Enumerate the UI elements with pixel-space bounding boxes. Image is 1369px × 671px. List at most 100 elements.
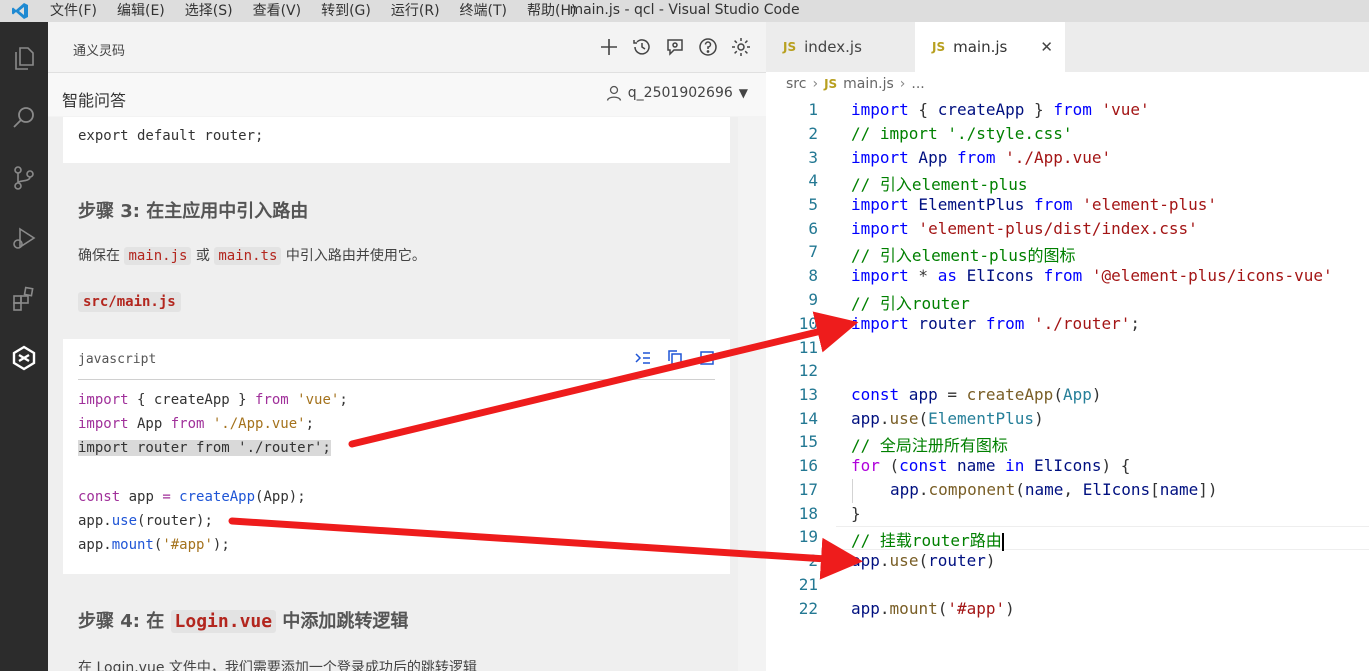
line-number: 8 <box>808 266 818 285</box>
inline-code-mainjs: main.js <box>124 247 192 265</box>
menu-view[interactable]: 查看(V) <box>243 0 312 22</box>
activity-bar <box>0 22 48 671</box>
menu-help[interactable]: 帮助(H) <box>517 0 586 22</box>
menu-file[interactable]: 文件(F) <box>40 0 107 22</box>
code-actions <box>634 349 716 371</box>
explorer-icon[interactable] <box>0 34 48 82</box>
menu-selection[interactable]: 选择(S) <box>175 0 243 22</box>
menu-bar: 文件(F) 编辑(E) 选择(S) 查看(V) 转到(G) 运行(R) 终端(T… <box>40 0 586 22</box>
tab-smart-qa[interactable]: 智能问答 <box>62 87 127 121</box>
editor-line[interactable]: } <box>851 504 861 523</box>
line-number: 15 <box>798 432 818 451</box>
vscode-logo-icon <box>0 0 40 22</box>
step3-heading: 步骤 3: 在主应用中引入路由 <box>78 201 309 222</box>
line-number: 16 <box>798 456 818 475</box>
editor-line[interactable]: import ElementPlus from 'element-plus' <box>851 195 1217 214</box>
para-text: 或 <box>195 248 210 264</box>
line-number: 7 <box>808 242 818 261</box>
editor-line[interactable]: import { createApp } from 'vue' <box>851 100 1150 119</box>
source-control-icon[interactable] <box>0 154 48 202</box>
line-number: 1 <box>808 100 818 119</box>
code-line: import { createApp } from 'vue'; <box>78 392 348 408</box>
breadcrumb: src › JS main.js › ... <box>786 76 925 92</box>
tab-index-js[interactable]: JS index.js <box>766 22 915 72</box>
para-text: 中引入路由并使用它。 <box>285 248 426 264</box>
heading-text: 中添加跳转逻辑 <box>282 611 409 632</box>
file-path-label: src/main.js <box>78 292 181 312</box>
run-debug-icon[interactable] <box>0 214 48 262</box>
breadcrumb-folder[interactable]: src <box>786 76 806 92</box>
copy-code-icon[interactable] <box>666 349 684 371</box>
caret-down-icon: ▼ <box>738 86 748 100</box>
breadcrumb-file[interactable]: main.js <box>843 76 894 92</box>
line-number: 19 <box>798 527 818 546</box>
code-line-highlighted: import router from './router'; <box>78 440 331 456</box>
tab-label: index.js <box>804 38 862 56</box>
editor-line[interactable]: app.component(name, ElIcons[name]) <box>890 480 1218 499</box>
tongyi-chat-panel: 通义灵码 智能问答 q_2501902696 ▼ export default … <box>48 22 766 671</box>
chevron-right-icon: › <box>812 76 819 92</box>
editor-line[interactable]: app.use(router) <box>851 551 996 570</box>
editor-line[interactable]: import * as ElIcons from '@element-plus/… <box>851 266 1333 285</box>
editor-line[interactable]: import App from './App.vue' <box>851 148 1111 167</box>
line-number: 11 <box>798 338 818 357</box>
editor-line[interactable]: app.use(ElementPlus) <box>851 409 1044 428</box>
username: q_2501902696 <box>627 85 733 101</box>
editor-line[interactable]: // 引入router <box>851 290 970 314</box>
new-chat-icon[interactable] <box>598 36 620 58</box>
editor-line[interactable]: // 挂载router路由 <box>851 527 1004 551</box>
tab-label: main.js <box>953 38 1008 56</box>
help-icon[interactable] <box>697 36 719 58</box>
tab-main-js[interactable]: JS main.js ✕ <box>915 22 1065 72</box>
line-number: 22 <box>798 599 818 618</box>
line-number: 4 <box>808 171 818 190</box>
panel-actions <box>598 36 752 58</box>
js-file-icon: JS <box>783 40 797 54</box>
editor-line[interactable]: // 引入element-plus的图标 <box>851 242 1076 266</box>
code-block: javascript import { createApp } from 'vu… <box>63 339 730 574</box>
line-number: 2 <box>808 551 818 570</box>
editor-line[interactable]: // 全局注册所有图标 <box>851 432 1008 456</box>
new-file-icon[interactable] <box>698 349 716 371</box>
feedback-icon[interactable] <box>664 36 686 58</box>
tongyi-lingma-icon[interactable] <box>0 334 48 382</box>
editor-line[interactable]: app.mount('#app') <box>851 599 1015 618</box>
editor-line[interactable]: const app = createApp(App) <box>851 385 1102 404</box>
line-number: 18 <box>798 504 818 523</box>
breadcrumb-more[interactable]: ... <box>911 76 924 92</box>
line-number: 17 <box>798 480 818 499</box>
close-tab-icon[interactable]: ✕ <box>1040 38 1053 56</box>
menu-edit[interactable]: 编辑(E) <box>107 0 175 22</box>
inline-code-maints: main.ts <box>214 247 282 265</box>
title-bar: 文件(F) 编辑(E) 选择(S) 查看(V) 转到(G) 运行(R) 终端(T… <box>0 0 1369 22</box>
line-number: 12 <box>798 361 818 380</box>
editor-tab-bar: JS index.js JS main.js ✕ <box>766 22 1369 72</box>
panel-header: 通义灵码 <box>48 22 766 72</box>
user-dropdown[interactable]: q_2501902696 ▼ <box>606 85 748 101</box>
search-icon[interactable] <box>0 94 48 142</box>
line-number: 10 <box>798 314 818 333</box>
insert-code-icon[interactable] <box>634 349 652 371</box>
code-block-tail: export default router; <box>63 117 730 163</box>
editor-line[interactable]: import router from './router'; <box>851 314 1140 333</box>
extensions-icon[interactable] <box>0 274 48 322</box>
editor-line[interactable]: for (const name in ElIcons) { <box>851 456 1130 475</box>
editor-line[interactable]: // import './style.css' <box>851 124 1073 143</box>
panel-tabs: 智能问答 q_2501902696 ▼ <box>48 72 766 121</box>
editor-line[interactable]: // 引入element-plus <box>851 171 1028 195</box>
panel-scrollbar[interactable] <box>738 117 766 671</box>
js-file-icon: JS <box>932 40 946 54</box>
menu-terminal[interactable]: 终端(T) <box>450 0 517 22</box>
settings-gear-icon[interactable] <box>730 36 752 58</box>
menu-go[interactable]: 转到(G) <box>311 0 381 22</box>
step3-paragraph: 确保在 main.js 或 main.ts 中引入路由并使用它。 <box>78 245 426 265</box>
code-line: const app = createApp(App); <box>78 489 306 505</box>
user-icon <box>606 85 621 101</box>
editor-line[interactable]: import 'element-plus/dist/index.css' <box>851 219 1198 238</box>
history-icon[interactable] <box>631 36 653 58</box>
editor-area: JS index.js JS main.js ✕ src › JS main.j… <box>766 22 1369 671</box>
code-line: app.mount('#app'); <box>78 537 230 553</box>
heading-text: 步骤 4: 在 <box>78 611 165 632</box>
chat-content: export default router; 步骤 3: 在主应用中引入路由 确… <box>48 117 766 671</box>
menu-run[interactable]: 运行(R) <box>381 0 450 22</box>
